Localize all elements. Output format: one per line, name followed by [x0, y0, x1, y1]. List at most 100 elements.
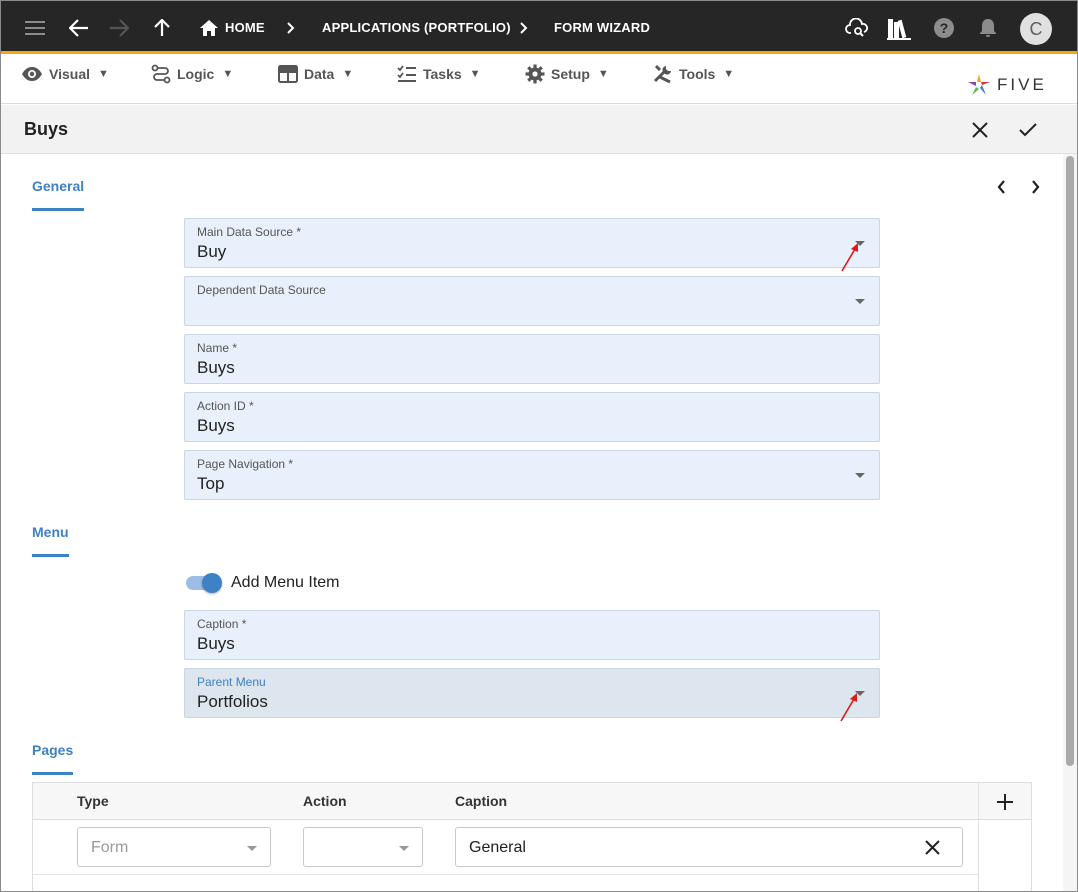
breadcrumb-home[interactable]: HOME	[225, 1, 265, 54]
chevron-right-icon	[287, 1, 295, 54]
menu-visual-label: Visual	[49, 66, 90, 82]
action-id-field[interactable]: Action ID * Buys	[184, 392, 880, 442]
back-icon[interactable]	[65, 1, 93, 54]
annotation-arrow-icon	[840, 693, 857, 722]
section-tab-pages[interactable]: Pages	[32, 742, 74, 775]
page-navigation-select[interactable]: Page Navigation * Top	[184, 450, 880, 500]
add-page-button[interactable]	[994, 791, 1016, 813]
parent-menu-select[interactable]: Parent Menu Portfolios	[184, 668, 880, 718]
field-label: Main Data Source *	[197, 225, 302, 239]
menu-tools[interactable]: Tools ▼	[653, 57, 734, 91]
caret-down-icon: ▼	[342, 68, 354, 80]
gear-icon	[525, 64, 545, 84]
main-data-source-select[interactable]: Main Data Source * Buy	[184, 218, 880, 268]
breadcrumb-form-wizard[interactable]: FORM WIZARD	[554, 1, 650, 54]
checklist-icon	[397, 65, 416, 82]
five-star-logo-icon	[968, 74, 990, 95]
menu-logic[interactable]: Logic ▼	[151, 57, 233, 91]
table-actions-column	[978, 783, 1031, 891]
close-icon	[972, 122, 988, 138]
chevron-right-icon	[520, 1, 528, 54]
menu-visual[interactable]: Visual ▼	[21, 57, 109, 91]
page-type-select[interactable]: Form	[77, 827, 271, 867]
caret-down-icon: ▼	[723, 68, 735, 80]
field-value: Buys	[197, 416, 235, 435]
name-field[interactable]: Name * Buys	[184, 334, 880, 384]
caret-down-icon: ▼	[597, 68, 609, 80]
cell-value: General	[469, 839, 526, 856]
app-window: HOME APPLICATIONS (PORTFOLIO) FORM WIZAR…	[0, 0, 1078, 892]
field-label: Caption *	[197, 617, 247, 631]
home-icon	[199, 1, 219, 54]
menu-logic-label: Logic	[177, 66, 215, 82]
logic-icon	[151, 64, 171, 84]
logo-text: FIVE	[997, 75, 1047, 94]
field-label: Dependent Data Source	[197, 283, 326, 297]
previous-record-button[interactable]	[991, 177, 1011, 197]
caret-down-icon[interactable]	[855, 473, 865, 478]
page-action-select[interactable]	[303, 827, 423, 867]
vertical-scrollbar[interactable]	[1063, 154, 1077, 891]
menu-setup[interactable]: Setup ▼	[525, 57, 609, 91]
next-record-button[interactable]	[1025, 177, 1045, 197]
avatar[interactable]: C	[1020, 13, 1052, 45]
toggle-knob	[202, 573, 222, 593]
cancel-button[interactable]	[967, 117, 993, 143]
caret-down-icon: ▼	[222, 68, 234, 80]
menu-setup-label: Setup	[551, 66, 590, 82]
section-tab-menu[interactable]: Menu	[32, 524, 69, 557]
up-icon[interactable]	[149, 1, 175, 54]
menu-data[interactable]: Data ▼	[278, 57, 353, 91]
form-header: Buys	[1, 105, 1077, 154]
page-caption-input[interactable]: General	[455, 827, 963, 867]
menu-tools-label: Tools	[679, 66, 716, 82]
field-label: Page Navigation *	[197, 457, 294, 471]
bell-icon[interactable]	[977, 1, 999, 54]
field-value: Portfolios	[197, 692, 268, 711]
breadcrumb-applications[interactable]: APPLICATIONS (PORTFOLIO)	[322, 1, 511, 54]
cell-value: Form	[91, 839, 129, 856]
column-header-type: Type	[77, 793, 109, 809]
menu-icon[interactable]	[21, 1, 49, 54]
field-value: Buys	[197, 634, 235, 653]
table-icon	[278, 65, 298, 83]
caption-field[interactable]: Caption * Buys	[184, 610, 880, 660]
field-label: Name *	[197, 341, 238, 355]
field-label: Action ID *	[197, 399, 254, 413]
chevron-right-icon	[1031, 180, 1039, 194]
main-menubar: Visual ▼ Logic ▼ Data ▼ Tasks ▼ Setup ▼ Tools…	[1, 57, 1077, 104]
scrollbar-thumb[interactable]	[1066, 156, 1074, 766]
caret-down-icon	[399, 846, 409, 851]
five-logo: FIVE	[967, 71, 1047, 99]
column-header-action: Action	[303, 793, 347, 809]
table-header: Type Action Caption	[33, 783, 1031, 820]
eye-icon	[22, 67, 42, 81]
chevron-left-icon	[997, 180, 1005, 194]
field-value: Buy	[197, 242, 227, 261]
cloud-search-icon[interactable]	[844, 1, 870, 54]
column-header-caption: Caption	[455, 793, 508, 809]
annotation-arrow-icon	[841, 243, 858, 272]
caret-down-icon[interactable]	[855, 299, 865, 304]
library-icon[interactable]	[885, 1, 913, 54]
add-menu-item-toggle[interactable]	[184, 573, 224, 593]
check-icon	[1019, 123, 1037, 137]
caret-down-icon	[247, 846, 257, 851]
field-value: Buys	[197, 358, 235, 377]
caret-down-icon: ▼	[469, 68, 481, 80]
top-app-bar: HOME APPLICATIONS (PORTFOLIO) FORM WIZAR…	[1, 1, 1077, 54]
svg-text:?: ?	[940, 20, 949, 36]
forward-icon[interactable]	[105, 1, 133, 54]
save-button[interactable]	[1015, 117, 1041, 143]
tools-icon	[653, 64, 671, 84]
dependent-data-source-select[interactable]: Dependent Data Source	[184, 276, 880, 326]
help-icon[interactable]: ?	[932, 1, 956, 54]
clear-icon[interactable]	[925, 840, 940, 855]
pages-table: Type Action Caption Form General	[32, 782, 1032, 891]
menu-data-label: Data	[304, 66, 335, 82]
section-tab-general[interactable]: General	[32, 178, 85, 211]
menu-tasks[interactable]: Tasks ▼	[397, 57, 481, 91]
field-label: Parent Menu	[197, 675, 266, 689]
page-title: Buys	[24, 119, 69, 139]
plus-icon	[997, 794, 1013, 810]
